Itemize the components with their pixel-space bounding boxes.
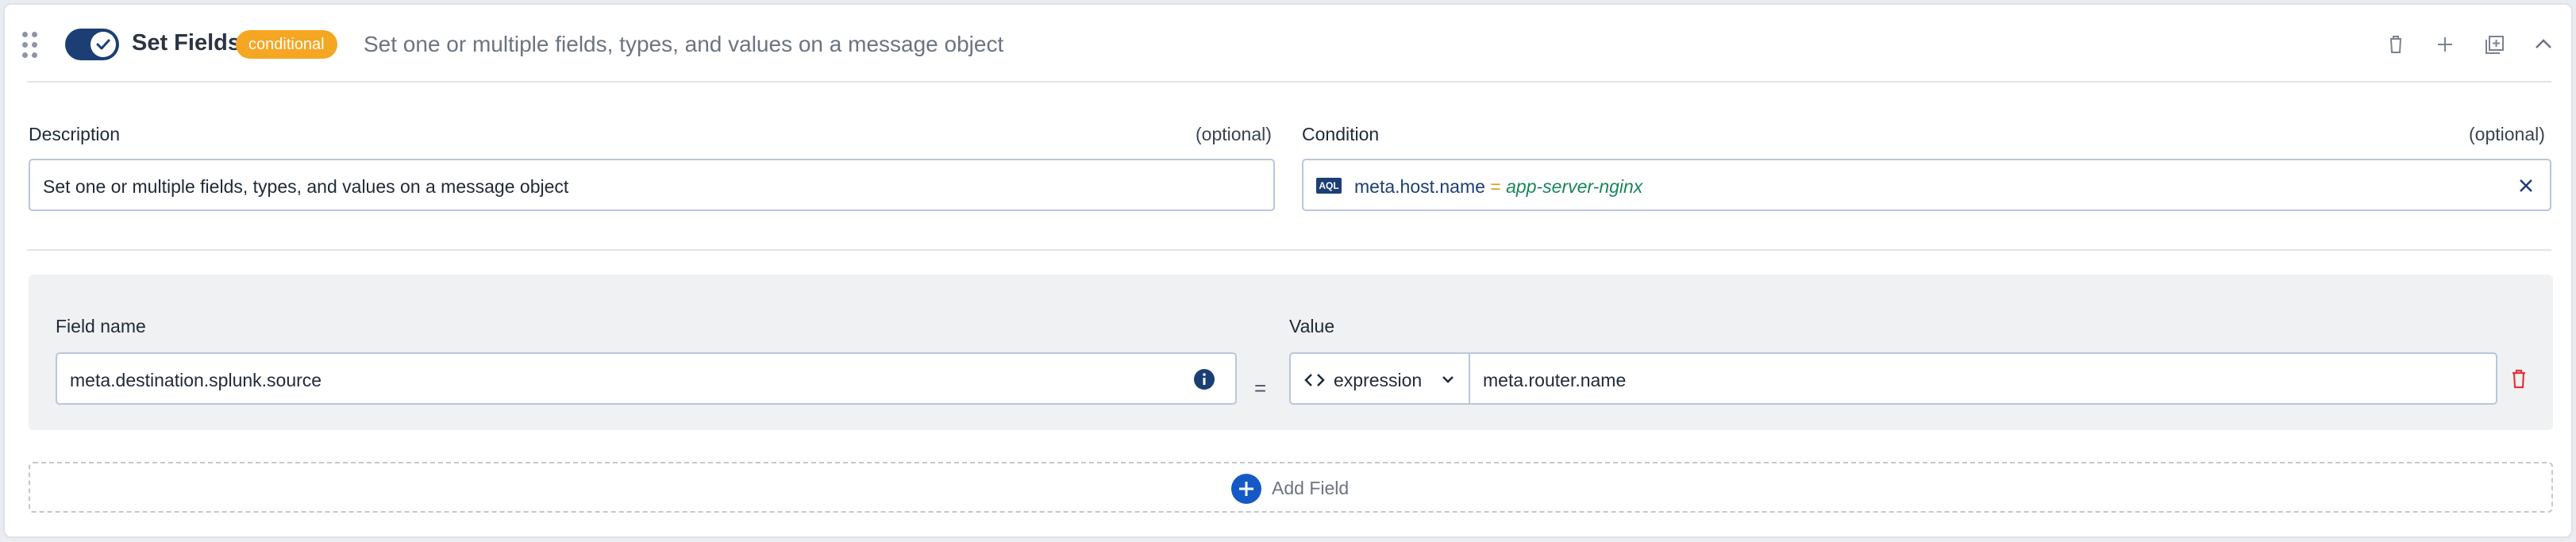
plus-icon[interactable]: [2431, 30, 2459, 59]
add-field-button[interactable]: Add Field: [29, 462, 2553, 513]
condition-label: Condition: [1302, 124, 1380, 144]
description-label: Description: [29, 124, 121, 144]
drag-handle-icon[interactable]: [21, 32, 40, 59]
set-fields-card: Set Fields conditional Set one or multip…: [3, 3, 2573, 538]
chevron-down-icon: [1440, 371, 1456, 391]
code-icon: [1303, 370, 1326, 394]
condition-input[interactable]: AQL meta.host.name = app-server-nginx: [1302, 159, 2551, 211]
enable-toggle[interactable]: [65, 29, 119, 60]
value-input-value: meta.router.name: [1483, 370, 1627, 390]
header-divider: [27, 81, 2551, 83]
condition-field: meta.host.name: [1354, 176, 1485, 197]
value-input[interactable]: meta.router.name: [1469, 352, 2497, 405]
info-icon[interactable]: [1192, 367, 1216, 395]
step-subtitle: Set one or multiple fields, types, and v…: [364, 32, 1004, 56]
description-input[interactable]: Set one or multiple fields, types, and v…: [29, 159, 1275, 211]
description-optional: (optional): [1196, 124, 1272, 144]
plus-circle-icon: [1230, 473, 1262, 509]
trash-icon[interactable]: [2382, 30, 2410, 59]
section-divider: [27, 249, 2551, 251]
chevron-up-icon[interactable]: [2529, 30, 2558, 59]
check-icon: [96, 39, 110, 50]
conditional-badge: conditional: [236, 30, 337, 59]
card-header: Set Fields conditional Set one or multip…: [5, 5, 2571, 84]
step-title: Set Fields: [132, 30, 241, 56]
description-value: Set one or multiple fields, types, and v…: [43, 176, 569, 197]
value-type-label: expression: [1334, 370, 1423, 390]
condition-operator: =: [1484, 176, 1507, 197]
clear-condition-icon[interactable]: [2515, 175, 2537, 201]
condition-optional: (optional): [2469, 124, 2545, 144]
field-name-label: Field name: [56, 316, 146, 336]
toggle-knob: [90, 32, 116, 57]
field-row: Field name Value meta.destination.splunk…: [29, 275, 2553, 430]
value-label: Value: [1289, 316, 1335, 336]
delete-field-icon[interactable]: [2507, 367, 2531, 396]
add-field-label: Add Field: [1272, 478, 1350, 498]
value-type-select[interactable]: expression: [1289, 352, 1469, 405]
duplicate-icon[interactable]: [2480, 30, 2509, 59]
condition-value: app-server-nginx: [1506, 176, 1643, 197]
condition-expression: meta.host.name = app-server-nginx: [1354, 176, 1642, 198]
equals-sign: =: [1254, 376, 1267, 400]
field-name-value: meta.destination.splunk.source: [70, 370, 322, 390]
aql-badge: AQL: [1316, 178, 1342, 194]
field-name-input[interactable]: meta.destination.splunk.source: [56, 352, 1237, 405]
